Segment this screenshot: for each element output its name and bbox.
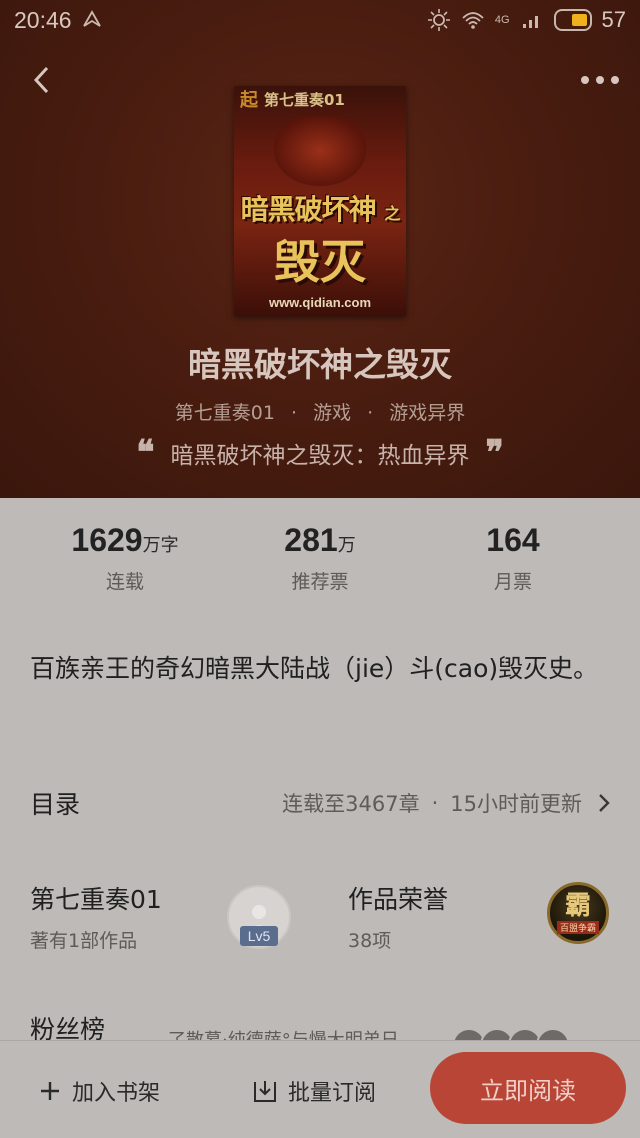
battery-icon xyxy=(553,9,592,31)
plus-icon xyxy=(41,1082,59,1100)
stat-recommend-votes[interactable]: 281万 推荐票 xyxy=(220,522,420,594)
medal-ribbon: 百盟争霸 xyxy=(556,920,599,934)
cover-url: www.qidian.com xyxy=(268,295,372,310)
stat-num: 164 xyxy=(486,522,540,558)
stat-num: 281 xyxy=(284,522,338,558)
chevron-left-icon xyxy=(33,66,49,94)
stat-label: 推荐票 xyxy=(291,571,349,593)
toc-progress: 连载至3467章 xyxy=(282,792,420,816)
toc-title: 目录 xyxy=(30,790,81,819)
honor-medal-icon[interactable]: 霸 百盟争霸 xyxy=(547,882,609,944)
book-stats: 1629万字 连载 281万 推荐票 164 月票 xyxy=(0,522,640,602)
meta-subcategory[interactable]: 游戏异界 xyxy=(389,402,465,424)
battery-level: 57 xyxy=(601,7,626,32)
read-now-button[interactable]: 立即阅读 xyxy=(430,1052,626,1124)
cover-series-label: 第七重奏01 xyxy=(264,90,345,109)
chevron-right-icon xyxy=(599,794,610,812)
toc-info: 连载至3467章 · 15小时前更新 xyxy=(282,788,612,818)
cover-illustration xyxy=(274,116,366,186)
cover-header: 起 第七重奏01 xyxy=(234,86,406,112)
open-quote-icon: ❝ xyxy=(136,433,155,473)
bulk-subscribe-label: 批量订阅 xyxy=(288,1081,377,1106)
meta-author[interactable]: 第七重奏01 xyxy=(175,402,275,424)
stat-num: 1629 xyxy=(71,522,143,558)
status-time: 20:46 xyxy=(14,6,72,33)
stat-label: 连载 xyxy=(105,571,144,593)
honor-title: 作品荣誉 xyxy=(348,885,449,914)
tagline-text: 暗黑破坏神之毁灭：热血异界 xyxy=(170,443,470,469)
stat-monthly-votes[interactable]: 164 月票 xyxy=(413,522,613,594)
brightness-icon xyxy=(427,9,450,31)
network-type-label: 4G xyxy=(494,14,510,26)
wifi-icon xyxy=(462,12,484,29)
signal-icon xyxy=(522,16,538,28)
add-shelf-label: 加入书架 xyxy=(72,1081,161,1106)
toc-updated: 15小时前更新 xyxy=(450,792,582,816)
author-level-badge: Lv5 xyxy=(240,926,278,946)
stat-word-count: 1629万字 连载 xyxy=(25,522,225,594)
book-meta: 第七重奏01 · 游戏 · 游戏异界 xyxy=(174,402,466,424)
cover-logo: 起 xyxy=(240,90,258,111)
add-to-shelf-button[interactable]: 加入书架 xyxy=(38,1071,160,1111)
app-notification-icon xyxy=(82,10,101,27)
book-tagline: ❝ 暗黑破坏神之毁灭：热血异界 ❞ xyxy=(0,436,640,470)
book-hero-header: 20:46 4G 57 起 第七重奏01 暗黑破坏神 之 毁灭 www.qidi… xyxy=(0,0,640,498)
back-button[interactable] xyxy=(22,58,62,102)
medal-glyph: 霸 xyxy=(564,890,591,921)
book-title: 暗黑破坏神之毁灭 xyxy=(188,345,452,384)
book-intro[interactable]: 百族亲王的奇幻暗黑大陆战（jie）斗(cao)毁灭史。 xyxy=(30,648,620,690)
cover-title-line1: 暗黑破坏神 之 xyxy=(240,188,401,228)
meta-category[interactable]: 游戏 xyxy=(313,402,351,424)
cover-title-line2: 毁灭 xyxy=(274,235,366,289)
stat-label: 月票 xyxy=(493,571,532,593)
honor-count: 38项 xyxy=(348,930,392,952)
cover-title-mid: 之 xyxy=(384,204,400,223)
more-dots-icon xyxy=(581,76,619,84)
stat-unit: 万字 xyxy=(142,535,179,556)
download-icon xyxy=(254,1081,276,1102)
bulk-subscribe-button[interactable]: 批量订阅 xyxy=(252,1071,376,1111)
stat-unit: 万 xyxy=(337,535,356,556)
table-of-contents-row[interactable]: 目录 连载至3467章 · 15小时前更新 xyxy=(0,776,640,830)
book-cover[interactable]: 起 第七重奏01 暗黑破坏神 之 毁灭 www.qidian.com xyxy=(234,86,406,316)
cover-title-main: 暗黑破坏神 xyxy=(240,193,377,226)
close-quote-icon: ❞ xyxy=(485,433,504,473)
more-options-button[interactable] xyxy=(578,60,622,100)
work-honors-card[interactable]: 作品荣誉 38项 xyxy=(348,880,528,960)
status-bar: 20:46 4G 57 xyxy=(0,0,640,40)
